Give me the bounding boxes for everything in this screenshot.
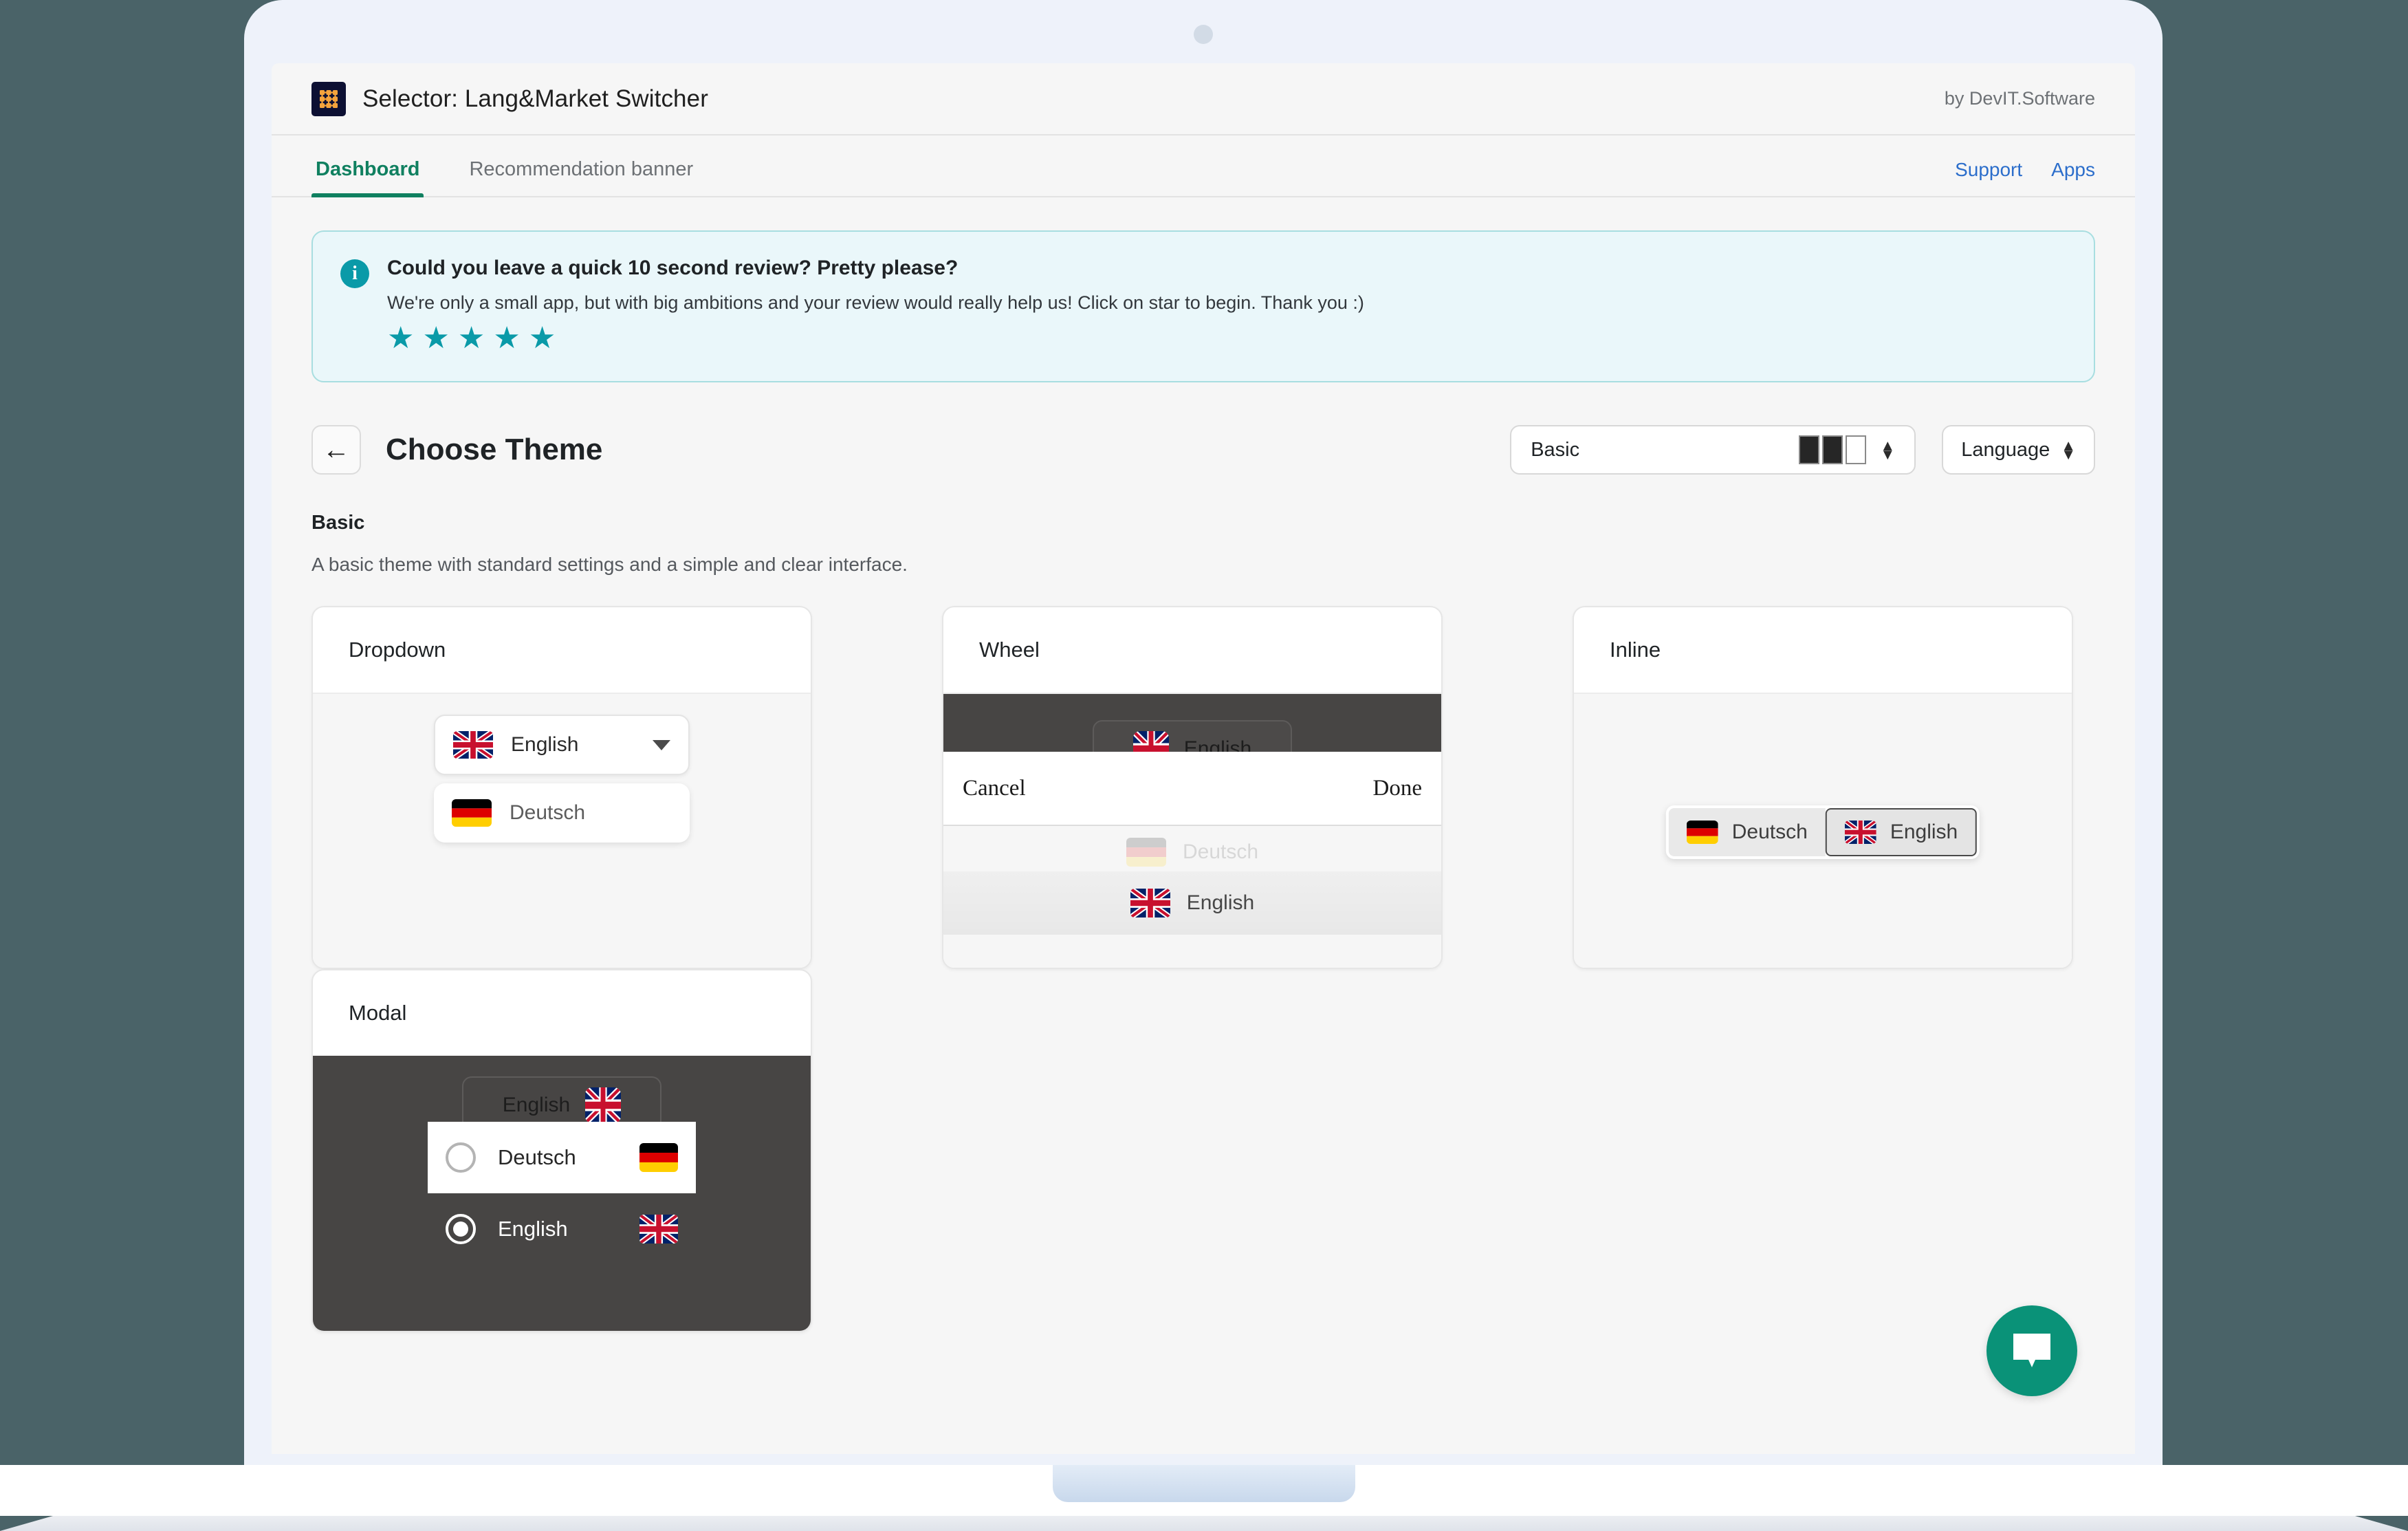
- page-content: i Could you leave a quick 10 second revi…: [272, 197, 2135, 1332]
- inline-option-deutsch[interactable]: Deutsch: [1668, 808, 1826, 856]
- page-title: Choose Theme: [386, 433, 603, 466]
- theme-header: ← Choose Theme Basic ▲ ▼ Language ▲ ▼: [311, 425, 2095, 475]
- radio-checked-icon[interactable]: [446, 1214, 476, 1244]
- inline-option-english[interactable]: English: [1825, 808, 1978, 856]
- theme-swatches: ▲ ▼: [1799, 435, 1895, 464]
- flag-uk-icon: [1845, 821, 1876, 844]
- wheel-item-label: English: [1186, 891, 1255, 914]
- flag-de-icon: [1126, 838, 1166, 867]
- star-icon-5[interactable]: ★: [529, 323, 556, 354]
- dropdown-option-deutsch[interactable]: Deutsch: [434, 783, 690, 843]
- star-icon-3[interactable]: ★: [458, 323, 485, 354]
- theme-preview-grid: Dropdown English Deutsch Wheel English C…: [311, 606, 2095, 1332]
- modal-row-deutsch[interactable]: Deutsch: [428, 1122, 696, 1193]
- radio-unchecked-icon[interactable]: [446, 1142, 476, 1173]
- card-wheel-title: Wheel: [979, 638, 1040, 662]
- star-icon-2[interactable]: ★: [422, 323, 449, 354]
- wheel-item-english[interactable]: English: [943, 871, 1441, 935]
- link-apps[interactable]: Apps: [2051, 159, 2095, 181]
- language-select-value: Language: [1961, 438, 2050, 461]
- spinner-down-icon: ▼: [1880, 446, 1896, 463]
- chat-bubble-icon: [2013, 1334, 2050, 1367]
- star-icon-1[interactable]: ★: [387, 323, 414, 354]
- inline-option-label: Deutsch: [1731, 821, 1808, 843]
- card-dropdown: Dropdown English Deutsch: [311, 606, 812, 969]
- review-banner-title: Could you leave a quick 10 second review…: [387, 257, 959, 279]
- modal-sheet: Deutsch English: [428, 1122, 696, 1265]
- chevron-down-icon: [653, 739, 670, 750]
- dropdown-option-label: Deutsch: [510, 801, 586, 824]
- card-wheel: Wheel English Cancel Done Deutsch Englis…: [942, 606, 1443, 969]
- nav-links: Support Apps: [1926, 159, 2095, 196]
- app-title: Selector: Lang&Market Switcher: [362, 85, 708, 112]
- tab-recommendation-banner[interactable]: Recommendation banner: [465, 158, 697, 196]
- swatch-1: [1799, 435, 1820, 464]
- card-modal-body: English Deutsch English: [313, 1056, 811, 1331]
- theme-name: Basic: [311, 512, 365, 534]
- dropdown-trigger-label: English: [511, 733, 579, 756]
- laptop-base-bottom: [0, 1516, 2408, 1531]
- done-button[interactable]: Done: [1373, 776, 1422, 801]
- card-modal: Modal English Deutsch English: [311, 969, 812, 1332]
- cancel-button[interactable]: Cancel: [963, 776, 1026, 801]
- flag-uk-icon: [1130, 889, 1170, 917]
- app-header: Selector: Lang&Market Switcher by DevIT.…: [272, 63, 2135, 135]
- review-banner-body: We're only a small app, but with big amb…: [387, 292, 1364, 313]
- spinner-icon[interactable]: ▲ ▼: [1880, 437, 1896, 463]
- laptop-notch: [1053, 1465, 1355, 1502]
- language-spinner-icon[interactable]: ▲ ▼: [2061, 437, 2076, 463]
- theme-select-value: Basic: [1531, 438, 1580, 461]
- nav-bar: Dashboard Recommendation banner Support …: [272, 135, 2135, 197]
- modal-row-label: English: [498, 1217, 568, 1241]
- flag-de-icon: [1687, 821, 1718, 844]
- theme-header-controls: Basic ▲ ▼ Language ▲ ▼: [1510, 425, 2095, 475]
- review-banner: i Could you leave a quick 10 second revi…: [311, 230, 2095, 382]
- dropdown-trigger[interactable]: English: [434, 715, 690, 775]
- wheel-item-label: Deutsch: [1182, 840, 1259, 863]
- card-modal-title: Modal: [349, 1001, 407, 1025]
- card-inline-body: Deutsch English: [1574, 693, 2072, 968]
- flag-de-icon: [639, 1143, 678, 1172]
- chat-button[interactable]: [1986, 1305, 2077, 1396]
- star-rating[interactable]: ★ ★ ★ ★ ★: [387, 323, 1364, 354]
- card-wheel-body: English Cancel Done Deutsch English: [943, 693, 1441, 968]
- info-icon: i: [340, 259, 369, 288]
- inline-option-label: English: [1890, 821, 1958, 843]
- inline-switcher: Deutsch English: [1665, 805, 1980, 859]
- laptop-frame: Selector: Lang&Market Switcher by DevIT.…: [244, 0, 2163, 1465]
- grid-dots-icon: [311, 81, 346, 116]
- card-inline-title: Inline: [1610, 638, 1661, 662]
- laptop-camera-icon: [1194, 25, 1213, 44]
- tab-dashboard[interactable]: Dashboard: [311, 158, 424, 197]
- language-spinner-down-icon: ▼: [2061, 446, 2076, 463]
- app-vendor: by DevIT.Software: [1944, 88, 2095, 109]
- review-banner-text: Could you leave a quick 10 second review…: [387, 257, 1364, 354]
- card-dropdown-body: English Deutsch: [313, 693, 811, 968]
- flag-uk-icon: [639, 1215, 678, 1244]
- back-button[interactable]: ←: [311, 425, 361, 475]
- flag-de-icon: [452, 799, 492, 827]
- swatch-3: [1846, 435, 1867, 464]
- swatch-2: [1822, 435, 1843, 464]
- card-inline: Inline Deutsch English: [1573, 606, 2073, 969]
- language-select[interactable]: Language ▲ ▼: [1942, 425, 2095, 475]
- link-support[interactable]: Support: [1955, 159, 2022, 181]
- flag-uk-icon: [453, 731, 493, 759]
- star-icon-4[interactable]: ★: [493, 323, 520, 354]
- modal-trigger-label: English: [502, 1094, 571, 1116]
- theme-description: A basic theme with standard settings and…: [311, 554, 908, 575]
- laptop-screen: Selector: Lang&Market Switcher by DevIT.…: [272, 63, 2135, 1454]
- wheel-item-deutsch[interactable]: Deutsch: [943, 826, 1441, 878]
- card-dropdown-title: Dropdown: [349, 638, 446, 662]
- modal-row-english[interactable]: English: [428, 1193, 696, 1265]
- modal-row-label: Deutsch: [498, 1145, 576, 1169]
- flag-uk-icon: [585, 1087, 621, 1123]
- arrow-left-icon: ←: [322, 434, 350, 465]
- wheel-actions: Cancel Done: [943, 752, 1441, 826]
- theme-select[interactable]: Basic ▲ ▼: [1510, 425, 1916, 475]
